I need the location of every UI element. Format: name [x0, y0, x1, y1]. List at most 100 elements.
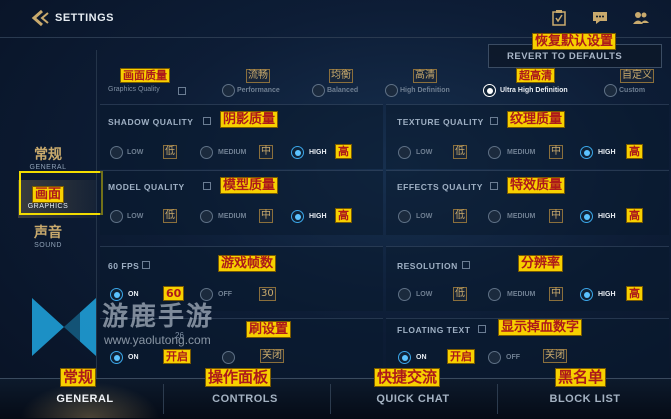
effects-info-icon	[490, 182, 498, 190]
resolution-medium-label: MEDIUM	[507, 291, 536, 298]
texture-medium-label: MEDIUM	[507, 149, 536, 156]
quality-uhd-radio[interactable]	[483, 84, 496, 97]
tab-controls[interactable]: CONTROLS	[190, 393, 300, 405]
model-low-radio[interactable]	[110, 210, 123, 223]
quality-custom-cn: 自定义	[620, 69, 654, 83]
resolution-medium-radio[interactable]	[488, 288, 501, 301]
quality-custom-label: Custom	[619, 87, 646, 94]
sidebar-general-cn: 常规	[34, 147, 62, 163]
quality-hd-label: High Definition	[400, 87, 450, 94]
texture-high-cn: 高	[626, 144, 643, 159]
friends-icon[interactable]	[632, 11, 650, 25]
texture-low-radio[interactable]	[398, 146, 411, 159]
quality-balanced-label: Balanced	[327, 87, 359, 94]
chevron-left-icon	[31, 9, 49, 27]
effects-low-label: LOW	[416, 213, 433, 220]
revert-cn-label: 恢复默认设置	[532, 33, 617, 50]
shadow-quality-label: SHADOW QUALITY	[108, 117, 194, 127]
fps-off-label: OFF	[218, 291, 232, 298]
resolution-cn: 分辨率	[518, 255, 564, 272]
quality-performance-radio[interactable]	[222, 84, 235, 97]
resolution-high-radio[interactable]	[580, 288, 593, 301]
model-low-cn: 低	[163, 209, 177, 223]
sidebar-general-label: GENERAL	[29, 164, 67, 171]
shadow-low-cn: 低	[163, 145, 177, 159]
quality-uhd-label: Ultra High Definition	[500, 87, 568, 94]
tab-divider-2	[330, 384, 331, 414]
resolution-low-radio[interactable]	[398, 288, 411, 301]
quality-hd-cn: 高清	[413, 69, 437, 83]
tab-blocklist-cn: 黑名单	[555, 368, 607, 387]
floating-on-radio[interactable]	[398, 351, 411, 364]
tab-block-list[interactable]: BLOCK LIST	[530, 393, 640, 405]
texture-medium-radio[interactable]	[488, 146, 501, 159]
control-on-radio[interactable]	[110, 351, 123, 364]
control-off-cn: 关闭	[260, 349, 284, 363]
control-off-radio[interactable]	[222, 351, 235, 364]
model-high-cn: 高	[335, 208, 352, 223]
floating-text-cn: 显示掉血数字	[498, 319, 583, 336]
tab-quick-chat[interactable]: QUICK CHAT	[358, 393, 468, 405]
fps-info-icon	[142, 261, 150, 269]
shadow-low-radio[interactable]	[110, 146, 123, 159]
quality-performance-cn: 流畅	[246, 69, 270, 83]
model-quality-cn: 模型质量	[220, 177, 279, 194]
tab-general-cn: 常规	[60, 368, 97, 387]
tab-general[interactable]: GENERAL	[30, 393, 140, 405]
tab-divider-1	[163, 384, 164, 414]
texture-high-radio[interactable]	[580, 146, 593, 159]
watermark-url: www.yaolutong.com	[104, 333, 211, 347]
effects-quality-cn: 特效质量	[507, 177, 566, 194]
fps-cn: 游戏帧数	[218, 255, 277, 272]
model-high-radio[interactable]	[291, 210, 304, 223]
shadow-medium-radio[interactable]	[200, 146, 213, 159]
tab-quickchat-cn: 快捷交流	[374, 368, 441, 387]
shadow-high-label: HIGH	[309, 149, 327, 156]
effects-quality-label: EFFECTS QUALITY	[397, 182, 483, 192]
effects-medium-radio[interactable]	[488, 210, 501, 223]
page-title: SETTINGS	[55, 12, 115, 24]
effects-high-radio[interactable]	[580, 210, 593, 223]
quality-balanced-radio[interactable]	[312, 84, 325, 97]
back-button[interactable]	[30, 9, 50, 27]
model-low-label: LOW	[127, 213, 144, 220]
effects-high-cn: 高	[626, 208, 643, 223]
quality-hd-radio[interactable]	[385, 84, 398, 97]
chat-icon[interactable]	[592, 11, 608, 25]
quality-info-icon	[178, 87, 186, 95]
resolution-low-label: LOW	[416, 291, 433, 298]
floating-text-label: FLOATING TEXT	[397, 325, 471, 335]
texture-quality-cn: 纹理质量	[507, 111, 566, 128]
sidebar-item-sound[interactable]: 声音 SOUND	[18, 224, 78, 249]
resolution-medium-cn: 中	[549, 287, 563, 301]
effects-low-cn: 低	[453, 209, 467, 223]
sidebar-sound-label: SOUND	[34, 242, 62, 249]
effects-medium-label: MEDIUM	[507, 213, 536, 220]
quality-performance-label: Performance	[237, 87, 280, 94]
resolution-label: RESOLUTION	[397, 261, 458, 271]
texture-low-label: LOW	[416, 149, 433, 156]
effects-low-radio[interactable]	[398, 210, 411, 223]
floating-off-radio[interactable]	[488, 351, 501, 364]
tab-divider-3	[497, 384, 498, 414]
shadow-low-label: LOW	[127, 149, 144, 156]
floating-on-cn: 开启	[447, 349, 475, 364]
sidebar-sound-cn: 声音	[34, 225, 62, 241]
quality-balanced-cn: 均衡	[329, 69, 353, 83]
shadow-high-cn: 高	[335, 144, 352, 159]
sidebar-item-general[interactable]: 常规 GENERAL	[18, 146, 78, 171]
revert-label: REVERT TO DEFAULTS	[507, 51, 623, 62]
model-medium-radio[interactable]	[200, 210, 213, 223]
texture-high-label: HIGH	[598, 149, 616, 156]
shadow-high-radio[interactable]	[291, 146, 304, 159]
watermark-name: 游鹿手游	[102, 302, 215, 332]
missions-icon[interactable]	[552, 10, 566, 26]
quality-custom-radio[interactable]	[604, 84, 617, 97]
quality-uhd-cn: 超高清	[516, 68, 555, 83]
model-quality-label: MODEL QUALITY	[108, 182, 185, 192]
resolution-high-label: HIGH	[598, 291, 616, 298]
model-info-icon	[203, 182, 211, 190]
resolution-low-cn: 低	[453, 287, 467, 301]
control-on-label: ON	[128, 354, 139, 361]
fps-label: 60 FPS	[108, 261, 140, 271]
